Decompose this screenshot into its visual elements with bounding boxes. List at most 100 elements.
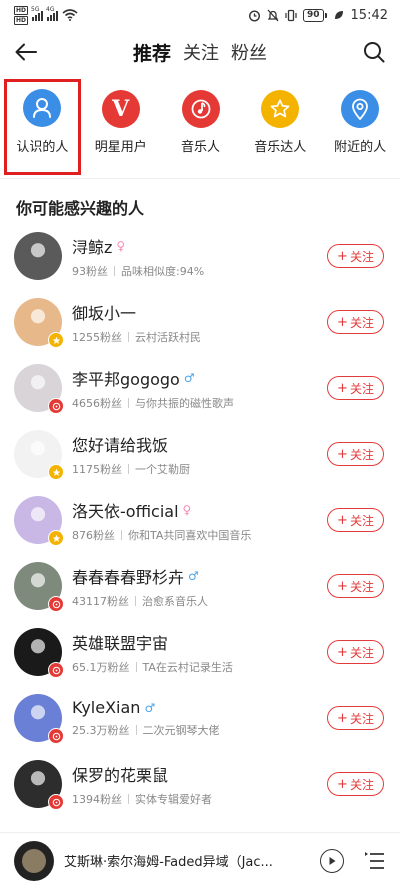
avatar-wrap[interactable] <box>14 694 64 744</box>
fans-count: 1175粉丝 <box>72 462 122 476</box>
user-row[interactable]: 英雄联盟宇宙 65.1万粉丝 TA在云村记录生活 + 关注 <box>0 619 400 685</box>
user-description: 治愈系音乐人 <box>142 594 208 608</box>
follow-button[interactable]: + 关注 <box>327 640 384 664</box>
plus-icon: + <box>337 314 348 330</box>
follow-label: 关注 <box>349 513 374 528</box>
category-acquaintances[interactable]: 认识的人 <box>4 79 81 175</box>
category-row: 认识的人 V 明星用户 音乐人 音乐达人 附近的人 <box>0 74 400 175</box>
sim2-hd-tag: HD <box>14 15 29 25</box>
user-row[interactable]: 您好请给我饭 1175粉丝 一个艾勒厨 + 关注 <box>0 421 400 487</box>
user-name[interactable]: 您好请给我饭 <box>72 432 168 456</box>
category-label: 明星用户 <box>94 140 147 155</box>
follow-button[interactable]: + 关注 <box>327 706 384 730</box>
location-pin-icon <box>341 90 380 128</box>
user-row[interactable]: 浔鲸z ♀ 93粉丝 品味相似度:94% + 关注 <box>0 223 400 289</box>
hd-indicators: HD HD <box>14 5 29 25</box>
tab-following[interactable]: 关注 <box>183 37 219 67</box>
male-icon: ♂ <box>183 370 195 385</box>
male-icon: ♂ <box>188 568 199 583</box>
plus-icon: + <box>337 248 348 264</box>
tab-recommend[interactable]: 推荐 <box>130 37 171 68</box>
plus-icon: + <box>337 578 348 594</box>
sim1-hd-tag: HD <box>14 5 29 15</box>
category-label: 认识的人 <box>16 140 69 155</box>
fans-count: 1255粉丝 <box>72 330 122 344</box>
avatar-wrap[interactable] <box>14 496 64 546</box>
user-description: 实体专辑爱好者 <box>135 792 212 806</box>
battery-level: 90 <box>303 8 324 22</box>
category-nearby[interactable]: 附近的人 <box>320 80 400 174</box>
follow-button[interactable]: + 关注 <box>327 772 384 796</box>
person-icon <box>23 89 62 127</box>
user-name[interactable]: 李平邦gogogo <box>72 366 180 390</box>
meta-divider <box>128 331 129 342</box>
category-music-experts[interactable]: 音乐达人 <box>240 80 320 174</box>
bell-muted-icon <box>267 9 279 21</box>
avatar-wrap[interactable] <box>14 760 64 810</box>
status-bar: HD HD 5G 4G 90 15:42 <box>0 0 400 30</box>
user-row[interactable]: KyleXian ♂ 25.3万粉丝 二次元钢琴大佬 + 关注 <box>0 685 400 751</box>
tab-bar: 推荐 关注 粉丝 <box>130 37 267 68</box>
follow-label: 关注 <box>349 777 374 792</box>
meta-divider <box>135 725 137 735</box>
category-musicians[interactable]: 音乐人 <box>161 80 241 174</box>
meta-divider <box>135 661 137 672</box>
user-name[interactable]: 浔鲸z <box>72 234 112 258</box>
section-title: 你可能感兴趣的人 <box>16 199 145 218</box>
user-name[interactable]: 洛天依-official <box>72 498 179 522</box>
search-button[interactable] <box>360 38 388 66</box>
now-playing-title[interactable]: 艾斯琳·索尔海姆-Faded异域（Jac... <box>64 851 294 870</box>
play-button[interactable] <box>320 849 344 873</box>
plus-icon: + <box>337 644 348 660</box>
user-name[interactable]: 御坂小一 <box>72 300 136 324</box>
follow-button[interactable]: + 关注 <box>327 376 384 400</box>
user-row[interactable]: 洛天依-official ♀ 876粉丝 你和TA共同喜欢中国音乐 + 关注 <box>0 487 400 553</box>
avatar-wrap[interactable] <box>14 364 64 414</box>
avatar-wrap[interactable] <box>14 232 62 280</box>
follow-button[interactable]: + 关注 <box>327 574 384 598</box>
play-icon <box>329 857 336 865</box>
star-badge-icon <box>48 530 64 546</box>
follow-button[interactable]: + 关注 <box>327 310 384 334</box>
avatar[interactable] <box>14 232 62 280</box>
tab-fans[interactable]: 粉丝 <box>231 37 267 67</box>
avatar-wrap[interactable] <box>14 562 64 612</box>
follow-button[interactable]: + 关注 <box>327 244 384 268</box>
user-name[interactable]: 英雄联盟宇宙 <box>72 630 168 654</box>
follow-button[interactable]: + 关注 <box>327 442 384 466</box>
follow-button[interactable]: + 关注 <box>327 508 384 532</box>
user-name[interactable]: 保罗的花栗鼠 <box>72 762 168 786</box>
male-icon: ♂ <box>144 700 156 715</box>
user-description: 你和TA共同喜欢中国音乐 <box>128 528 252 542</box>
avatar-wrap[interactable] <box>14 430 64 480</box>
follow-label: 关注 <box>349 315 374 330</box>
avatar-wrap[interactable] <box>14 298 64 348</box>
plus-icon: + <box>337 380 348 396</box>
follow-label: 关注 <box>349 381 374 396</box>
mini-player[interactable]: 艾斯琳·索尔海姆-Faded异域（Jac... <box>0 832 400 888</box>
star-badge-icon <box>48 332 64 348</box>
category-label: 音乐达人 <box>254 140 307 155</box>
user-row[interactable]: 御坂小一 1255粉丝 云村活跃村民 + 关注 <box>0 289 400 355</box>
category-label: 附近的人 <box>334 140 387 155</box>
user-row[interactable]: 春春春春野杉卉 ♂ 43117粉丝 治愈系音乐人 + 关注 <box>0 553 400 619</box>
back-button[interactable] <box>12 38 40 66</box>
header: 推荐 关注 粉丝 <box>0 30 400 74</box>
user-name[interactable]: 春春春春野杉卉 <box>72 564 184 588</box>
avatar-wrap[interactable] <box>14 628 64 678</box>
user-row[interactable]: 保罗的花栗鼠 1394粉丝 实体专辑爱好者 + 关注 <box>0 751 400 817</box>
leaf-icon <box>334 11 343 19</box>
network-type-1: 5G <box>31 6 40 13</box>
playlist-icon <box>365 852 384 869</box>
user-name[interactable]: KyleXian <box>72 698 140 717</box>
user-description: 云村活跃村民 <box>135 330 201 344</box>
category-celebrities[interactable]: V 明星用户 <box>81 80 161 174</box>
user-row[interactable]: 李平邦gogogo ♂ 4656粉丝 与你共振的磁性歌声 + 关注 <box>0 355 400 421</box>
album-cover[interactable] <box>14 840 54 881</box>
follow-label: 关注 <box>349 249 374 264</box>
meta-divider <box>114 265 115 276</box>
follow-label: 关注 <box>349 645 374 660</box>
playlist-button[interactable] <box>364 850 386 872</box>
star-badge-icon <box>48 464 64 480</box>
meta-divider <box>121 529 122 540</box>
